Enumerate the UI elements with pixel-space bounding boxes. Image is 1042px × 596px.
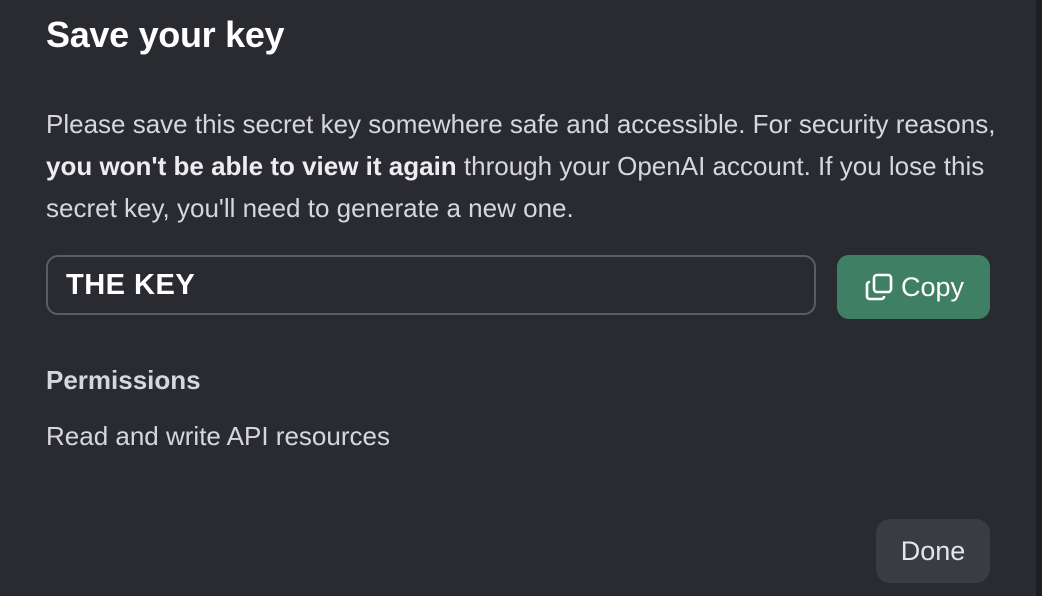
copy-icon (863, 271, 895, 303)
description-text-start: Please save this secret key somewhere sa… (46, 109, 996, 139)
description-emphasis: you won't be able to view it again (46, 151, 457, 181)
dialog-description: Please save this secret key somewhere sa… (46, 103, 996, 229)
permissions-heading: Permissions (46, 365, 201, 395)
copy-button[interactable]: Copy (837, 255, 990, 319)
dialog-title: Save your key (46, 14, 285, 55)
save-key-dialog: Save your key Please save this secret ke… (0, 0, 1042, 596)
secret-key-field[interactable] (46, 255, 816, 315)
permissions-value: Read and write API resources (46, 421, 390, 451)
copy-button-label: Copy (900, 271, 965, 302)
dialog-edge (1036, 0, 1042, 596)
done-button[interactable]: Done (876, 519, 990, 583)
